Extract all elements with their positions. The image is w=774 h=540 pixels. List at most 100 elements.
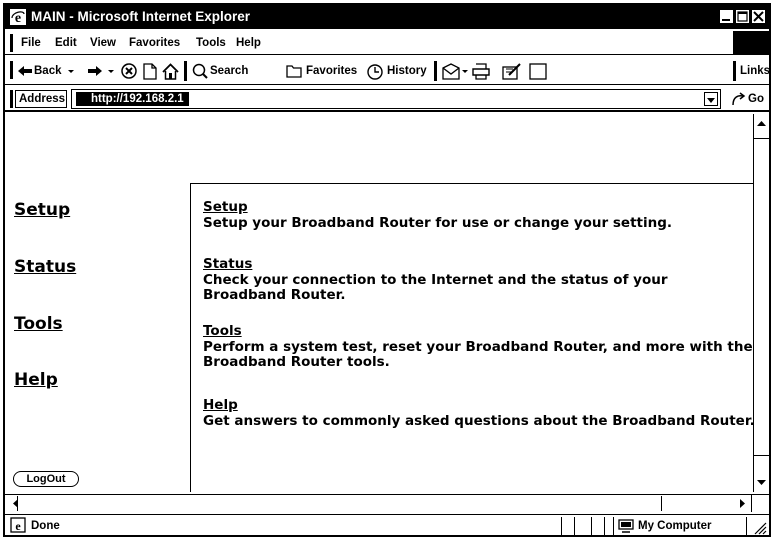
go-arrow-icon [732,92,746,106]
svg-text:e: e [15,519,21,533]
menu-favorites[interactable]: Favorites [129,36,180,50]
minimize-icon [722,19,730,21]
toolbar-separator [434,61,437,81]
status-bar: e Done My Computer [5,514,769,535]
status-panel [591,517,605,535]
back-button[interactable]: Back [18,62,76,80]
ie-logo-icon: e [10,9,26,25]
scrollbar-corner [751,495,769,512]
horizontal-scroll-thumb[interactable] [17,496,662,511]
page-icon: e [10,517,26,533]
menu-view[interactable]: View [90,36,116,50]
stop-icon [121,63,137,79]
nav-link-setup[interactable]: Setup [14,200,70,220]
menu-bar: File Edit View Favorites Tools Help [5,31,769,55]
info-section-tools: Tools Perform a system test, reset your … [203,323,753,369]
info-link-help[interactable]: Help [203,397,755,413]
toolbar-separator [184,61,187,81]
home-button[interactable] [162,62,179,80]
history-icon [367,63,383,80]
refresh-icon [143,62,157,80]
address-dropdown-button[interactable] [704,92,718,106]
standard-toolbar: Back Search Favorites History Links [5,56,769,85]
menu-tools[interactable]: Tools [196,36,226,50]
info-desc-status: Broadband Router. [203,287,346,303]
vertical-scroll-thumb[interactable] [754,138,769,456]
links-button[interactable]: Links » [733,61,769,81]
print-button[interactable] [472,62,490,80]
mail-dropdown-icon [462,70,468,73]
resize-grip-icon[interactable] [749,517,767,535]
forward-button[interactable] [88,62,116,80]
mail-button[interactable] [442,62,469,80]
horizontal-scrollbar[interactable] [5,494,769,512]
close-button[interactable] [751,9,766,24]
edit-icon [502,62,521,80]
address-input[interactable]: http://192.168.2.1 [71,89,721,109]
favorites-button[interactable]: Favorites [286,62,357,80]
status-text: Done [31,520,60,532]
favorites-folder-icon [286,65,302,78]
nav-link-status[interactable]: Status [14,257,76,277]
toolbar-grip[interactable] [10,61,13,79]
forward-dropdown-icon [108,70,114,73]
home-icon [162,62,179,80]
minimize-button[interactable] [719,9,734,24]
arrow-right-icon [740,499,745,508]
address-bar: Address http://192.168.2.1 Go [5,86,769,112]
scroll-right-button[interactable] [735,496,750,511]
menu-edit[interactable]: Edit [55,36,77,50]
address-url: http://192.168.2.1 [76,92,189,106]
address-grip[interactable] [10,90,13,108]
page-content: Setup Status Tools Help LogOut Setup Set… [5,114,769,492]
menu-grip[interactable] [10,34,13,52]
arrow-down-icon [757,480,766,485]
info-frame: Setup Setup your Broadband Router for us… [190,183,755,492]
scroll-down-button[interactable] [754,474,769,490]
search-icon [192,63,208,79]
search-button[interactable]: Search [192,62,248,80]
discuss-button[interactable] [529,62,547,80]
stop-button[interactable] [121,62,137,80]
nav-link-help[interactable]: Help [14,370,58,390]
info-link-status[interactable]: Status [203,256,667,272]
info-section-help: Help Get answers to commonly asked quest… [203,397,755,428]
info-desc-setup: Setup your Broadband Router for use or c… [203,215,673,231]
browser-window: e MAIN - Microsoft Internet Explorer Fil… [3,3,771,537]
arrow-up-icon [757,121,766,126]
info-desc-tools: Broadband Router tools. [203,354,390,370]
status-panel [561,517,575,535]
computer-icon [618,519,634,533]
go-button[interactable]: Go [731,90,764,108]
menu-help[interactable]: Help [236,36,261,50]
info-desc-status: Check your connection to the Internet an… [203,272,668,288]
scroll-up-button[interactable] [754,116,769,132]
throbber-area [733,31,769,54]
nav-link-tools[interactable]: Tools [14,314,63,334]
logout-button[interactable]: LogOut [13,471,79,487]
info-link-tools[interactable]: Tools [203,323,753,339]
info-section-status: Status Check your connection to the Inte… [203,256,667,302]
close-icon [753,11,764,22]
maximize-button[interactable] [735,9,750,24]
title-bar: e MAIN - Microsoft Internet Explorer [5,5,769,29]
mail-icon [442,62,460,80]
history-button[interactable]: History [367,62,427,80]
info-link-setup[interactable]: Setup [203,199,672,215]
print-icon [472,62,490,80]
back-arrow-icon [18,66,32,76]
address-label: Address [15,90,67,108]
maximize-icon [737,11,748,22]
forward-arrow-icon [88,66,102,76]
vertical-scrollbar[interactable] [753,114,769,492]
info-desc-help: Get answers to commonly asked questions … [203,413,755,429]
info-section-setup: Setup Setup your Broadband Router for us… [203,199,672,230]
back-dropdown-icon [67,70,74,73]
refresh-button[interactable] [143,62,157,80]
security-zone: My Computer [613,517,747,535]
edit-button[interactable] [502,62,522,80]
menu-file[interactable]: File [21,36,41,50]
discuss-icon [529,62,547,80]
info-desc-tools: Perform a system test, reset your Broadb… [203,339,753,355]
chevron-down-icon [707,98,715,103]
